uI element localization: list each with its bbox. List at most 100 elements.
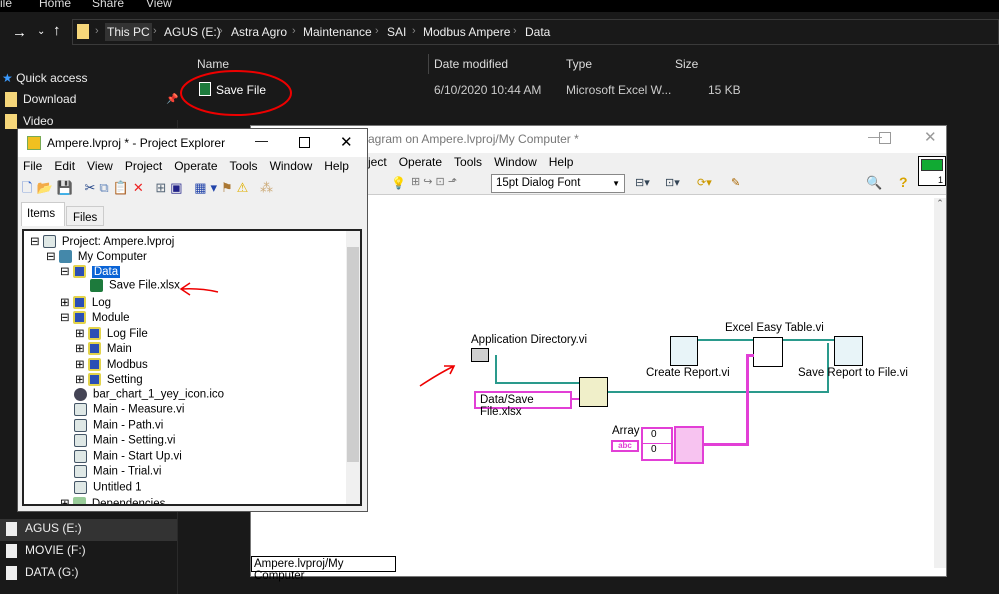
recent-dropdown-icon[interactable]: ⌄ (37, 26, 45, 37)
font-dropdown[interactable]: 15pt Dialog Font ▼ (491, 174, 625, 193)
menu-project[interactable]: Project (125, 159, 162, 173)
tree-untitled[interactable]: Untitled 1 (74, 481, 142, 494)
tab-home[interactable]: Home (39, 0, 71, 10)
nav-data[interactable]: DATA (G:) (6, 565, 79, 580)
red-arrow-annotation-2 (179, 282, 219, 296)
save-icon[interactable]: ▣ (170, 180, 186, 195)
menu-help[interactable]: Help (549, 155, 574, 169)
up-icon[interactable]: ↑ (53, 22, 61, 39)
cleanup-icon[interactable]: ✎ (731, 176, 740, 189)
distribute-icon[interactable]: ⊡▾ (665, 176, 680, 189)
tree-main[interactable]: ⊞ Main (75, 341, 132, 356)
col-date[interactable]: Date modified (434, 57, 508, 71)
deploy-icon[interactable]: ⚑ (221, 180, 237, 195)
context-status: Ampere.lvproj/My Computer (251, 556, 396, 582)
address-bar[interactable]: › This PC › AGUS (E:) › Astra Agro › Mai… (72, 19, 999, 45)
build-path-node[interactable] (579, 377, 608, 407)
menu-window[interactable]: Window (270, 159, 313, 173)
minimize-button[interactable]: — (255, 133, 268, 148)
path-constant[interactable]: Data/Save File.xlsx (474, 391, 572, 418)
search-icon[interactable]: 🔍 (866, 175, 882, 191)
tab-view[interactable]: View (146, 0, 172, 10)
vertical-scrollbar[interactable]: ⌃ (934, 198, 946, 568)
build-icon[interactable]: ⊞ (155, 180, 170, 195)
open-icon[interactable]: 📂 (36, 180, 56, 195)
col-type[interactable]: Type (566, 57, 592, 71)
nav-download[interactable]: Download (5, 92, 76, 108)
tree-save-file[interactable]: Save File.xlsx (90, 279, 180, 292)
tree-setting-vi[interactable]: Main - Setting.vi (74, 434, 175, 447)
tree-data[interactable]: ⊟ Data (60, 264, 121, 279)
menu-window[interactable]: Window (494, 155, 537, 169)
project-tree[interactable]: ⊟ Project: Ampere.lvproj ⊟ My Computer ⊟… (22, 229, 362, 506)
view-icon[interactable]: ▦▾ (194, 180, 221, 195)
step-icons[interactable]: ⊞ ↪ ⊡ ⬏ (411, 175, 457, 188)
copy-icon[interactable]: ⧉ (99, 180, 112, 195)
file-size: 15 KB (708, 83, 741, 97)
highlight-icon[interactable]: 💡 (391, 176, 406, 190)
align-icon[interactable]: ⊟▾ (635, 176, 650, 189)
delete-icon[interactable]: ✕ (133, 180, 148, 195)
nav-agus[interactable]: AGUS (E:) (6, 521, 82, 536)
col-size[interactable]: Size (675, 57, 698, 71)
crumb-data[interactable]: Data (525, 25, 550, 39)
file-row[interactable]: Save File 6/10/2020 10:44 AM Microsoft E… (185, 75, 975, 105)
close-button[interactable]: ✕ (924, 128, 937, 146)
tab-share[interactable]: Share (92, 0, 124, 10)
array-elements[interactable] (674, 426, 704, 464)
tab-file[interactable]: ile (0, 0, 12, 10)
nav-movie[interactable]: MOVIE (F:) (6, 543, 86, 558)
crumb-agus[interactable]: AGUS (E:) (164, 25, 221, 39)
tree-module[interactable]: ⊟ Module (60, 310, 130, 325)
menu-help[interactable]: Help (324, 159, 349, 173)
forward-icon[interactable]: → (12, 24, 27, 41)
tree-measure-vi[interactable]: Main - Measure.vi (74, 403, 184, 416)
dependencies-icon[interactable]: ⁂ (260, 180, 277, 195)
project-toolbar: 🗋📂💾 ✂⧉📋✕ ⊞▣ ▦▾⚑⚠ ⁂ (22, 179, 277, 201)
tree-trial-vi[interactable]: Main - Trial.vi (74, 465, 161, 478)
crumb-maintenance[interactable]: Maintenance (303, 25, 372, 39)
menu-view[interactable]: View (87, 159, 113, 173)
tree-setting[interactable]: ⊞ Setting (75, 372, 143, 387)
crumb-this-pc[interactable]: This PC (105, 23, 152, 41)
menu-operate[interactable]: Operate (399, 155, 442, 169)
tree-log-file[interactable]: ⊞ Log File (75, 326, 148, 341)
maximize-button[interactable] (299, 137, 310, 148)
reorder-icon[interactable]: ⟳▾ (697, 176, 712, 189)
tree-project[interactable]: ⊟ Project: Ampere.lvproj (30, 234, 174, 249)
tree-ico[interactable]: bar_chart_1_yey_icon.ico (74, 388, 224, 401)
warning-icon[interactable]: ⚠ (237, 180, 253, 195)
tree-scrollbar[interactable] (346, 231, 360, 504)
save-all-icon[interactable]: 💾 (57, 180, 77, 195)
create-report-node[interactable] (670, 336, 698, 366)
tab-items[interactable]: Items (21, 202, 65, 226)
tree-log[interactable]: ⊞ Log (60, 295, 111, 310)
nav-quick-access[interactable]: ★ Quick access (2, 71, 87, 85)
crumb-modbus[interactable]: Modbus Ampere (423, 25, 510, 39)
menu-file[interactable]: File (23, 159, 42, 173)
app-dir-node[interactable] (471, 348, 489, 362)
tab-files[interactable]: Files (66, 206, 104, 226)
tree-modbus[interactable]: ⊞ Modbus (75, 357, 148, 372)
menu-tools[interactable]: Tools (454, 155, 482, 169)
help-icon[interactable]: ? (899, 174, 908, 190)
menu-operate[interactable]: Operate (174, 159, 217, 173)
excel-table-node[interactable] (753, 337, 783, 367)
tree-startup-vi[interactable]: Main - Start Up.vi (74, 450, 182, 463)
maximize-button[interactable] (879, 132, 891, 144)
tree-dependencies[interactable]: ⊞ Dependencies (60, 496, 165, 504)
menu-tools[interactable]: Tools (230, 159, 258, 173)
menu-edit[interactable]: Edit (54, 159, 75, 173)
paste-icon[interactable]: 📋 (113, 180, 133, 195)
array-index[interactable]: 0 0 (641, 427, 673, 461)
close-button[interactable]: ✕ (340, 133, 353, 151)
vi-icon[interactable]: 1 (918, 156, 946, 186)
menu-project[interactable]: ject (368, 155, 387, 169)
cut-icon[interactable]: ✂ (84, 180, 99, 195)
tree-path-vi[interactable]: Main - Path.vi (74, 419, 163, 432)
tree-my-computer[interactable]: ⊟ My Computer (46, 249, 147, 264)
crumb-astra[interactable]: Astra Agro (231, 25, 287, 39)
save-report-node[interactable] (834, 336, 863, 366)
crumb-sai[interactable]: SAI (387, 25, 406, 39)
new-icon[interactable]: 🗋 (22, 180, 36, 195)
